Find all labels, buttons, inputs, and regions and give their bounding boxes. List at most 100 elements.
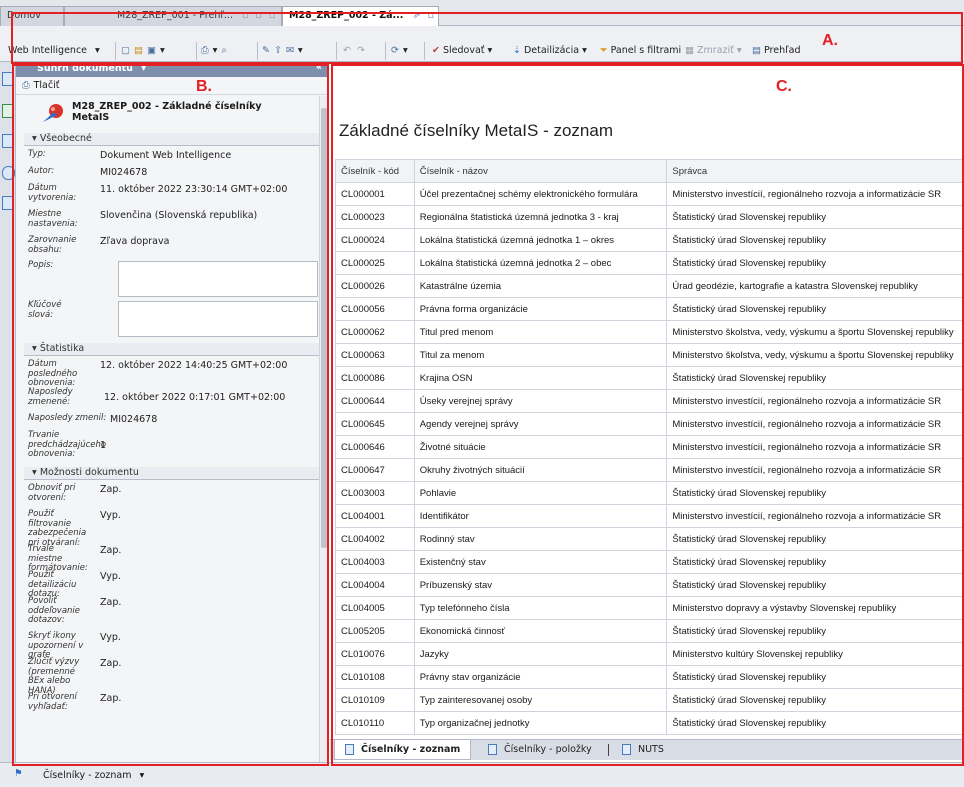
table-cell[interactable]: Katastrálne územia <box>413 274 668 298</box>
report-tab-nuts[interactable]: NUTS <box>612 740 674 760</box>
section-options[interactable]: ▾ Možnosti dokumentu <box>24 467 324 480</box>
filter-panel-button[interactable]: ⏷ Panel s filtrami <box>600 43 681 59</box>
report-tab-items[interactable]: Číselníky - položky <box>478 740 602 760</box>
table-cell[interactable]: Krajina OSN <box>413 366 668 390</box>
table-cell[interactable]: CL000086 <box>335 366 415 390</box>
table-cell[interactable]: Ministerstvo školstva, vedy, výskumu a š… <box>666 320 964 344</box>
drill-button[interactable]: ⇣ Detailizácia ▾ <box>513 43 587 59</box>
table-cell[interactable]: Ministerstvo investícií, regionálneho ro… <box>666 182 964 206</box>
table-cell[interactable]: Účel prezentačnej schémy elektronického … <box>413 182 668 206</box>
table-cell[interactable]: Ministerstvo investícií, regionálneho ro… <box>666 412 964 436</box>
table-cell[interactable]: Rodinný stav <box>413 527 668 551</box>
table-cell[interactable]: Ministerstvo dopravy a výstavby Slovensk… <box>666 596 964 620</box>
table-cell[interactable]: Štatistický úrad Slovenskej republiky <box>666 573 964 597</box>
data-icon[interactable] <box>2 196 14 210</box>
export-icon[interactable]: ⇪ <box>274 45 286 56</box>
track-changes-icon[interactable]: ✎ <box>262 45 274 56</box>
table-cell[interactable]: Typ organizačnej jednotky <box>413 711 668 735</box>
table-cell[interactable]: Existenčný stav <box>413 550 668 574</box>
table-cell[interactable]: Ministerstvo investícií, regionálneho ro… <box>666 389 964 413</box>
table-cell[interactable]: Pohlavie <box>413 481 668 505</box>
description-field[interactable] <box>118 261 318 297</box>
open-folder-icon[interactable]: ▤ <box>134 45 147 56</box>
table-cell[interactable]: Ministerstvo školstva, vedy, výskumu a š… <box>666 343 964 367</box>
table-cell[interactable]: Úrad geodézie, kartografie a katastra Sl… <box>666 274 964 298</box>
table-cell[interactable]: Titul pred menom <box>413 320 668 344</box>
table-cell[interactable]: Štatistický úrad Slovenskej republiky <box>666 481 964 505</box>
table-cell[interactable]: CL004004 <box>335 573 415 597</box>
chevron-down-icon[interactable]: ▾ <box>141 63 146 74</box>
table-cell[interactable]: Ministerstvo investícií, regionálneho ro… <box>666 458 964 482</box>
table-cell[interactable]: Príbuzenský stav <box>413 573 668 597</box>
chevron-down-icon[interactable]: ▾ <box>298 45 307 56</box>
table-cell[interactable]: Úseky verejnej správy <box>413 389 668 413</box>
table-cell[interactable]: CL004005 <box>335 596 415 620</box>
table-cell[interactable]: CL000062 <box>335 320 415 344</box>
redo-icon[interactable]: ↷ <box>357 45 371 56</box>
track-button[interactable]: ✔ Sledovať ▾ <box>432 43 492 59</box>
table-cell[interactable]: Ministerstvo investícií, regionálneho ro… <box>666 435 964 459</box>
save-icon[interactable]: ▣ <box>147 45 160 56</box>
section-stats[interactable]: ▾ Štatistika <box>24 343 324 356</box>
web-intelligence-menu[interactable]: Web Intelligence ▾ <box>8 43 100 59</box>
tab-report-001[interactable]: M28_ZREP_001 - Prehľ... ▫ ▫ ▫ <box>64 6 282 26</box>
table-cell[interactable]: Typ zainteresovanej osoby <box>413 688 668 712</box>
table-cell[interactable]: CL000646 <box>335 435 415 459</box>
table-cell[interactable]: CL000001 <box>335 182 415 206</box>
tab-report-002[interactable]: M28_ZREP_002 - Zá... ⇗ ▫ ▫ <box>282 6 439 26</box>
print-button[interactable]: ⎙ Tlačiť <box>16 77 328 95</box>
table-cell[interactable]: CL000026 <box>335 274 415 298</box>
table-cell[interactable]: CL000024 <box>335 228 415 252</box>
table-cell[interactable]: Typ telefónneho čísla <box>413 596 668 620</box>
column-header[interactable]: Správca <box>666 159 964 183</box>
table-cell[interactable]: CL000647 <box>335 458 415 482</box>
new-document-icon[interactable]: ▢ <box>121 45 134 56</box>
table-cell[interactable]: Štatistický úrad Slovenskej republiky <box>666 550 964 574</box>
chevron-down-icon[interactable]: ▾ <box>160 45 169 56</box>
table-cell[interactable]: Jazyky <box>413 642 668 666</box>
table-cell[interactable]: CL005205 <box>335 619 415 643</box>
table-cell[interactable]: Ministerstvo kultúry Slovenskej republik… <box>666 642 964 666</box>
undo-icon[interactable]: ↶ <box>343 45 357 56</box>
filters-icon[interactable] <box>2 134 14 148</box>
tab-home[interactable]: Domov <box>0 6 64 26</box>
column-header[interactable]: Číselník - názov <box>413 159 668 183</box>
table-cell[interactable]: CL003003 <box>335 481 415 505</box>
table-cell[interactable]: Štatistický úrad Slovenskej republiky <box>666 228 964 252</box>
freeze-button[interactable]: ▦ Zmraziť ▾ <box>685 43 742 59</box>
table-cell[interactable]: Titul za menom <box>413 343 668 367</box>
table-cell[interactable]: Štatistický úrad Slovenskej republiky <box>666 297 964 321</box>
panel-scroll-thumb[interactable] <box>321 108 327 548</box>
table-cell[interactable]: Právna forma organizácie <box>413 297 668 321</box>
table-cell[interactable]: CL000645 <box>335 412 415 436</box>
print-icon[interactable]: ⎙ <box>201 45 213 56</box>
email-icon[interactable]: ✉ <box>286 45 298 56</box>
prompts-icon[interactable] <box>2 166 15 180</box>
current-report-selector[interactable]: Číselníky - zoznam ▾ <box>43 770 144 781</box>
column-header[interactable]: Číselník - kód <box>335 159 415 183</box>
table-cell[interactable]: Štatistický úrad Slovenskej republiky <box>666 366 964 390</box>
table-cell[interactable]: Štatistický úrad Slovenskej republiky <box>666 251 964 275</box>
table-cell[interactable]: Štatistický úrad Slovenskej republiky <box>666 711 964 735</box>
table-cell[interactable]: Regionálna štatistická územná jednotka 3… <box>413 205 668 229</box>
section-general[interactable]: ▾ Všeobecné <box>24 133 324 146</box>
table-cell[interactable]: Právny stav organizácie <box>413 665 668 689</box>
navigation-map-icon[interactable] <box>2 104 14 118</box>
table-cell[interactable]: CL000023 <box>335 205 415 229</box>
refresh-button[interactable]: ⟳ ▾ <box>391 43 408 59</box>
table-cell[interactable]: CL010110 <box>335 711 415 735</box>
table-cell[interactable]: Štatistický úrad Slovenskej republiky <box>666 527 964 551</box>
table-cell[interactable]: Ministerstvo investícií, regionálneho ro… <box>666 504 964 528</box>
outline-button[interactable]: ▤ Prehľad <box>752 43 801 59</box>
table-cell[interactable]: CL010108 <box>335 665 415 689</box>
panel-scrollbar[interactable] <box>319 96 328 762</box>
table-cell[interactable]: CL000056 <box>335 297 415 321</box>
table-cell[interactable]: Lokálna štatistická územná jednotka 2 – … <box>413 251 668 275</box>
table-cell[interactable]: Identifikátor <box>413 504 668 528</box>
table-cell[interactable]: CL010109 <box>335 688 415 712</box>
table-cell[interactable]: Štatistický úrad Slovenskej republiky <box>666 205 964 229</box>
collapse-panel-icon[interactable]: « <box>316 62 322 73</box>
table-cell[interactable]: Lokálna štatistická územná jednotka 1 – … <box>413 228 668 252</box>
table-cell[interactable]: Ekonomická činnosť <box>413 619 668 643</box>
table-cell[interactable]: Štatistický úrad Slovenskej republiky <box>666 619 964 643</box>
